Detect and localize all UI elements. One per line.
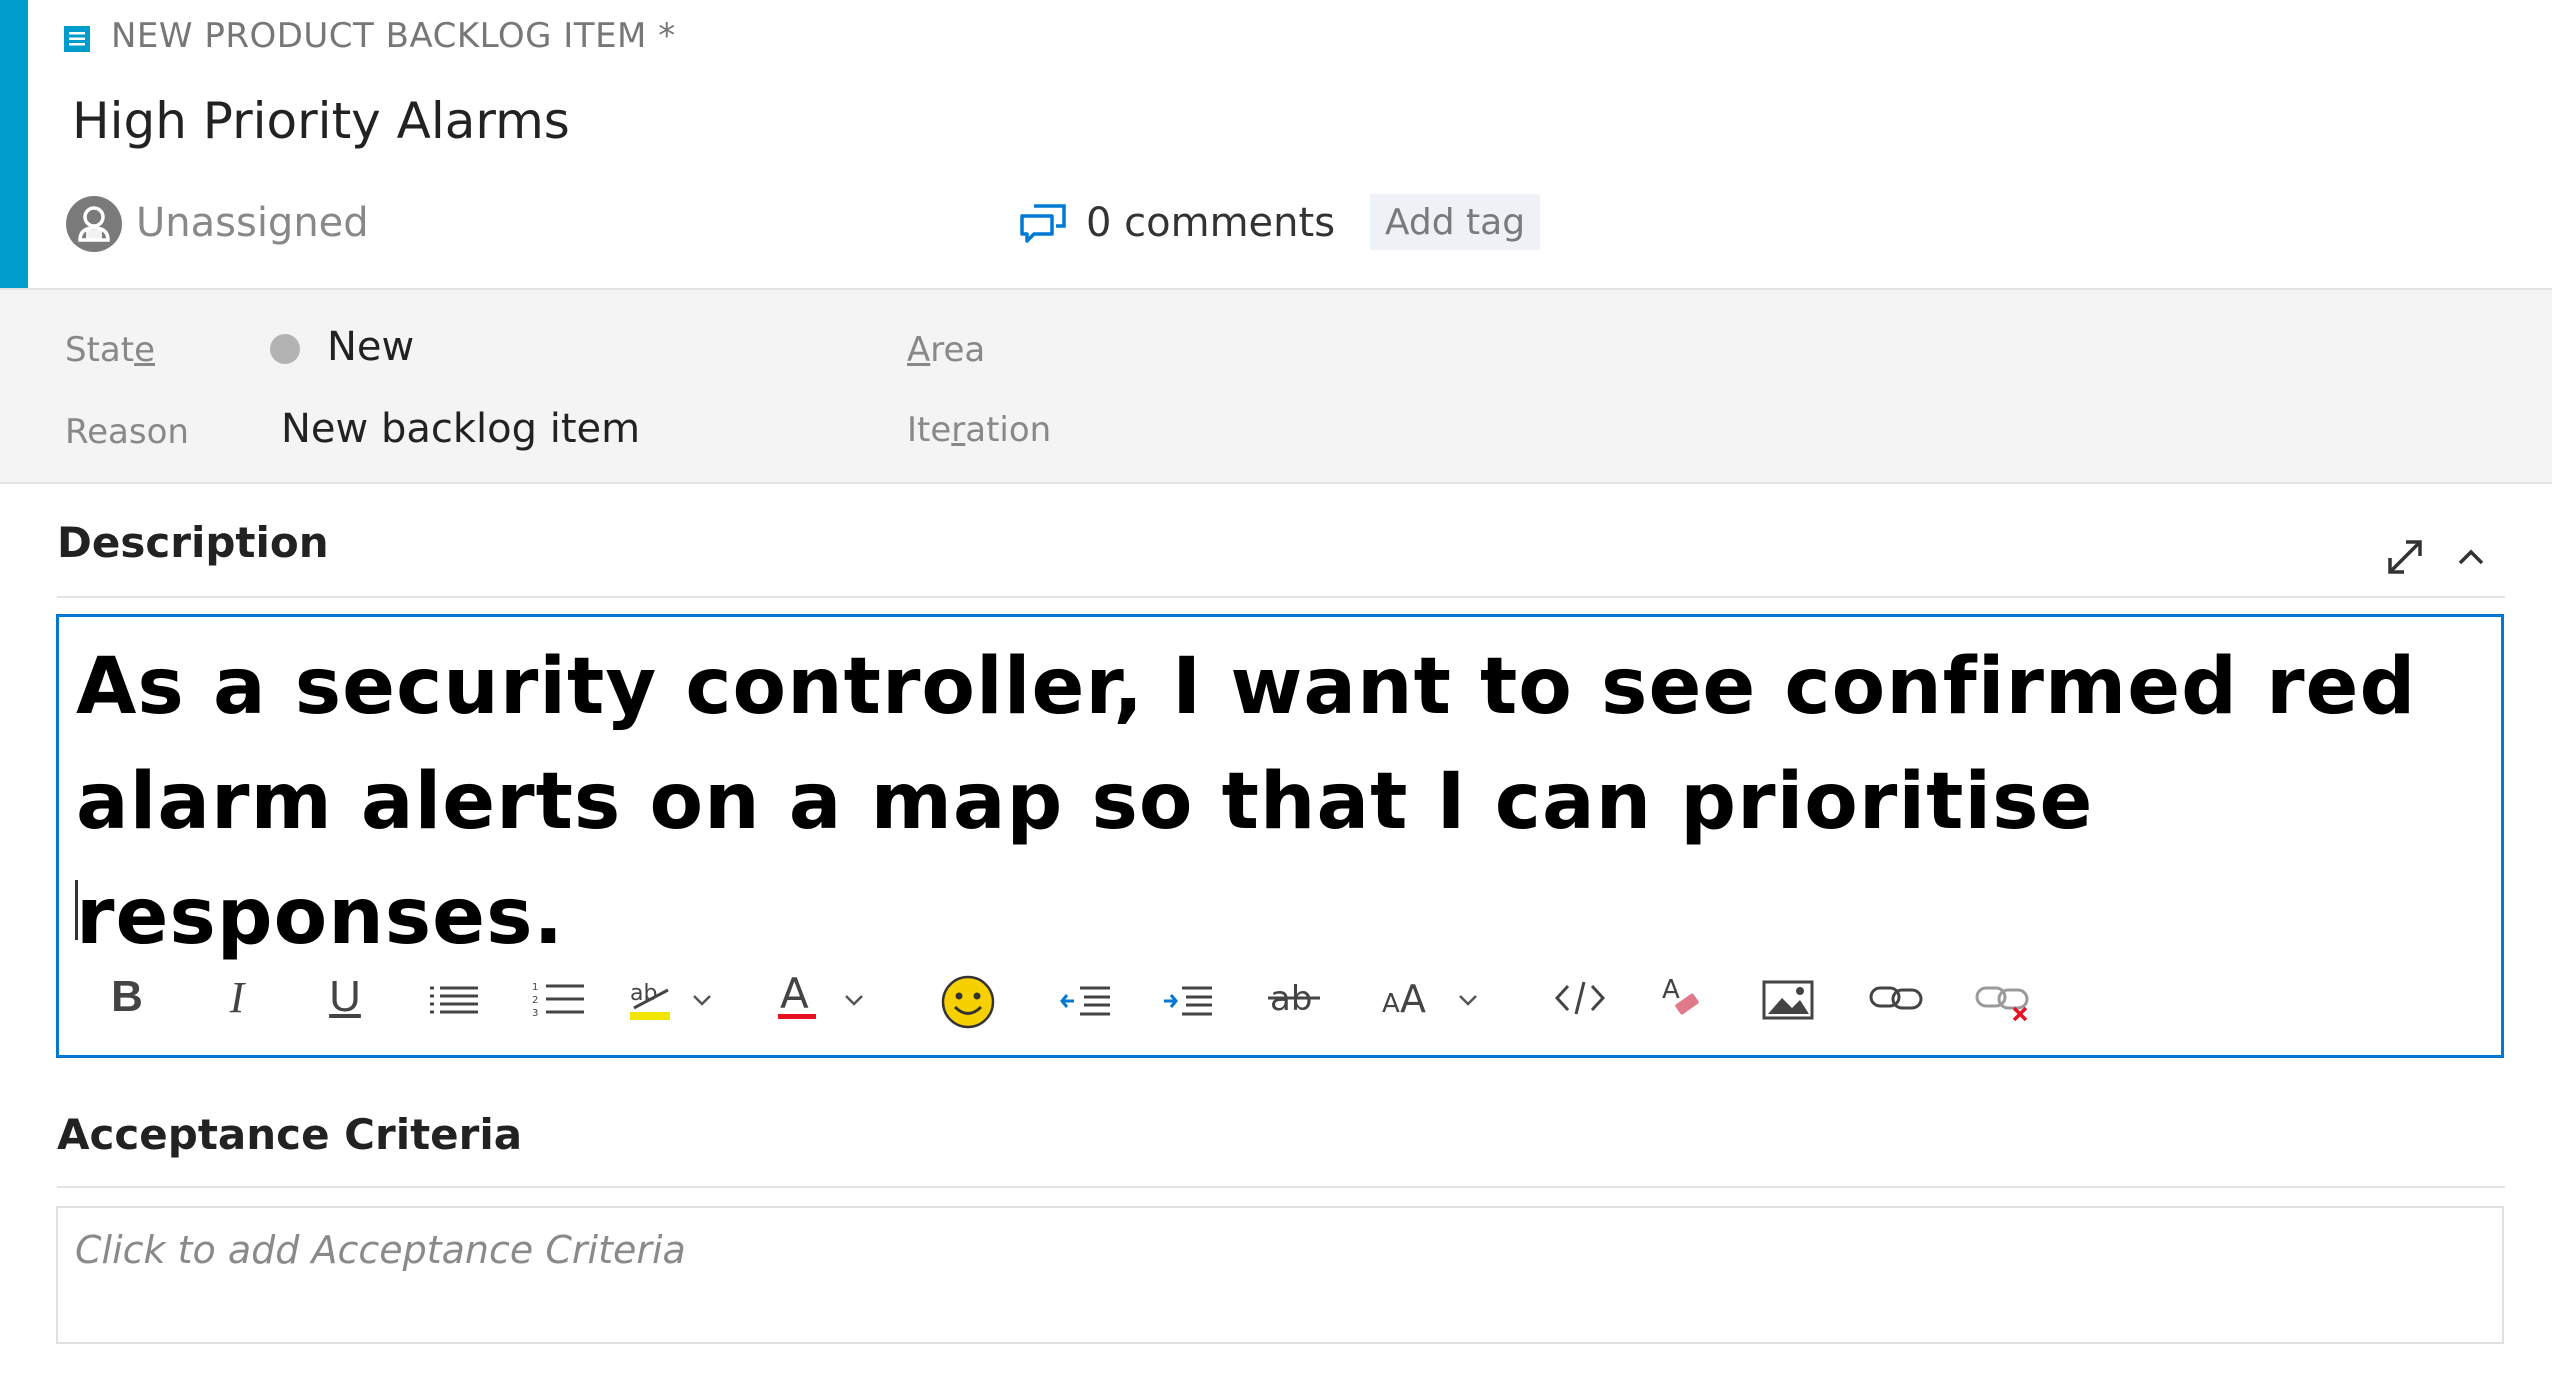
acceptance-criteria-heading: Acceptance Criteria	[57, 1110, 523, 1159]
text-cursor	[75, 880, 78, 940]
svg-text:3: 3	[532, 1008, 538, 1018]
acceptance-criteria-editor[interactable]	[56, 1206, 2504, 1344]
italic-button[interactable]: I	[214, 970, 260, 1024]
reason-value[interactable]: New backlog item	[281, 406, 640, 452]
chevron-down-icon[interactable]	[1458, 990, 1478, 1010]
description-text[interactable]: As a security controller, I want to see …	[76, 630, 2476, 975]
decrease-indent-icon[interactable]	[1060, 984, 1112, 1018]
emoji-icon[interactable]	[940, 974, 996, 1030]
state-label: State	[65, 330, 156, 370]
code-icon[interactable]	[1554, 978, 1606, 1018]
fields-panel	[0, 288, 2552, 484]
svg-text:1: 1	[532, 982, 538, 993]
description-heading: Description	[57, 518, 329, 567]
chevron-down-icon[interactable]	[844, 990, 864, 1010]
svg-text:A: A	[1400, 977, 1426, 1020]
work-item-type-label: NEW PRODUCT BACKLOG ITEM *	[111, 16, 676, 56]
reason-label: Reason	[65, 412, 189, 452]
backlog-item-icon	[64, 26, 90, 52]
unlink-icon[interactable]	[1974, 978, 2034, 1026]
numbered-list-icon[interactable]: 1 2 3	[532, 980, 586, 1018]
unassigned-avatar-icon[interactable]	[66, 196, 122, 252]
assignee-label[interactable]: Unassigned	[136, 200, 369, 246]
link-icon[interactable]	[1868, 978, 1924, 1018]
bold-icon: B	[111, 972, 143, 1021]
increase-indent-icon[interactable]	[1162, 984, 1214, 1018]
accent-bar	[0, 0, 28, 288]
svg-text:A: A	[1662, 975, 1680, 1005]
bold-button[interactable]: B	[104, 970, 150, 1024]
italic-icon: I	[229, 972, 245, 1022]
chevron-down-icon[interactable]	[692, 990, 712, 1010]
add-tag-button[interactable]: Add tag	[1370, 194, 1540, 250]
person-icon	[78, 206, 110, 242]
chevron-up-icon[interactable]	[2454, 546, 2488, 568]
state-indicator-icon	[270, 334, 300, 364]
state-value[interactable]: New	[327, 324, 414, 370]
highlight-color-icon[interactable]: ab	[628, 972, 676, 1024]
font-color-icon[interactable]: A	[776, 968, 820, 1024]
iteration-label: Iteration	[907, 410, 1052, 450]
bullet-list-icon[interactable]	[428, 982, 480, 1018]
svg-text:A: A	[780, 969, 809, 1018]
svg-text:2: 2	[532, 995, 538, 1006]
comments-icon[interactable]	[1018, 202, 1068, 244]
comments-count[interactable]: 0 comments	[1086, 200, 1335, 246]
area-label: Area	[907, 330, 986, 370]
underline-icon: U	[329, 972, 361, 1021]
expand-icon[interactable]	[2384, 536, 2426, 578]
strikethrough-icon[interactable]: ab	[1268, 976, 1322, 1020]
insert-image-icon[interactable]	[1762, 978, 1814, 1022]
acceptance-criteria-placeholder[interactable]: Click to add Acceptance Criteria	[75, 1228, 686, 1272]
underline-button[interactable]: U	[322, 970, 368, 1024]
clear-formatting-icon[interactable]: A	[1660, 972, 1706, 1022]
svg-text:A: A	[1382, 989, 1400, 1019]
font-size-icon[interactable]: A A	[1380, 972, 1434, 1020]
divider	[57, 596, 2505, 598]
divider	[57, 1186, 2505, 1188]
work-item-title[interactable]: High Priority Alarms	[72, 92, 570, 150]
